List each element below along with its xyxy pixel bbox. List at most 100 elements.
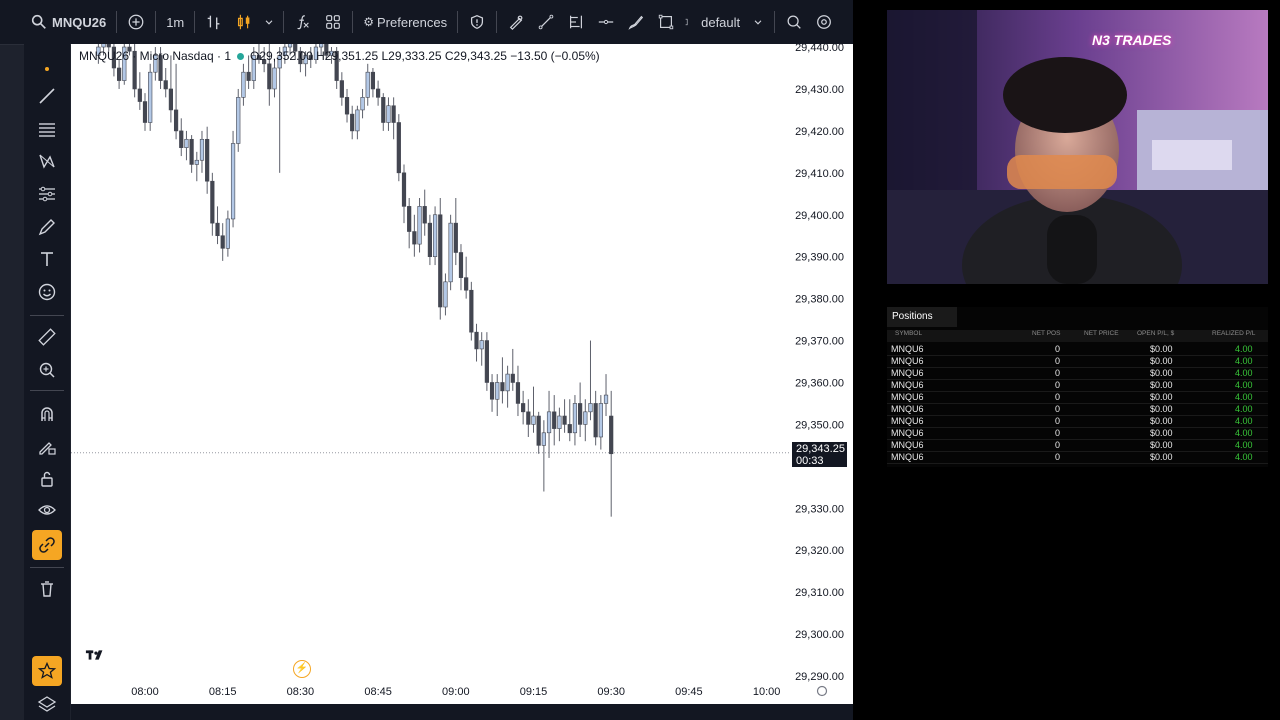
indicators-button[interactable] [288,7,318,37]
position-realized-pl: 4.00 [1235,380,1253,390]
time-axis[interactable]: 08:00 08:15 08:30 08:45 09:00 09:15 09:30 09:45… [131,685,828,698]
measure-tool[interactable] [32,322,62,352]
function-icon [297,15,310,30]
divider [30,390,64,391]
position-realized-pl: 4.00 [1235,452,1253,462]
candle-body [148,71,153,123]
candle-body [495,382,500,400]
hide-drawings-tool[interactable] [32,495,62,525]
candle-body [458,252,464,278]
candle-body [319,44,324,48]
fib-tool[interactable] [561,7,591,37]
zoom-button[interactable] [779,7,809,37]
candle-body [360,97,365,111]
candle-body [541,432,546,446]
settings-button[interactable] [809,7,839,37]
divider [116,11,118,33]
candle-body [417,206,422,245]
chart-type-dropdown[interactable] [259,7,279,37]
col-net-pos: NET POS [1032,330,1061,337]
favorites-tool[interactable] [32,656,62,686]
axis-settings-icon[interactable] [816,685,828,697]
candle-body [453,222,458,253]
price-tick-label: 29,350.00 [795,419,844,431]
magnet-tool[interactable] [32,399,62,429]
candle-body [515,382,521,404]
alert-button[interactable] [462,7,492,37]
templates-button[interactable] [318,7,348,37]
candles-style-button[interactable] [229,7,259,37]
position-symbol: MNQU6 [891,380,924,390]
price-tick-label: 29,310.00 [795,587,844,599]
text-tool[interactable] [32,244,62,274]
candle-body [225,218,230,249]
sliders-icon [39,186,55,202]
candle-body [163,80,168,90]
candle-body [355,109,360,132]
time-tick-label: 10:00 [753,686,781,698]
price-tick-label: 29,400.00 [795,210,844,222]
tab-positions[interactable]: Positions [887,307,957,327]
forecast-tool[interactable] [32,179,62,209]
divider [352,11,354,33]
zoom-in-tool[interactable] [32,355,62,385]
lock-drawings-tool[interactable] [32,464,62,494]
position-row[interactable]: MNQU6 0 $0.00 4.00 [887,451,1268,464]
fib-icon [570,15,583,29]
position-realized-pl: 4.00 [1235,440,1253,450]
position-net-pos: 0 [1055,356,1061,366]
trade-button[interactable] [501,7,531,37]
horizontal-line-tool[interactable] [591,7,621,37]
candle-body [484,340,489,383]
brush-tool[interactable] [621,7,651,37]
candle-body [287,44,293,48]
price-tick-label: 29,300.00 [795,629,844,641]
remove-drawings-tool[interactable] [32,574,62,604]
stay-in-drawing-mode-tool[interactable] [32,432,62,462]
position-realized-pl: 4.00 [1235,416,1253,426]
position-symbol: MNQU6 [891,452,924,462]
object-tree-tool[interactable] [32,689,62,719]
candle-body [220,235,225,249]
candle-body [370,71,376,90]
price-tick-label: 29,290.00 [795,671,844,683]
divider [496,11,498,33]
chart-pane[interactable]: 29,440.00 29,430.00 29,420.00 29,410.00 29,4… [71,44,853,704]
emoji-tool[interactable] [32,277,62,307]
layout-dropdown[interactable]: default [695,7,770,37]
candle-body [521,403,526,413]
trend-line-tool-left[interactable] [32,81,62,111]
trend-line-tool[interactable] [531,7,561,37]
price-chart[interactable]: 29,440.00 29,430.00 29,420.00 29,410.00 29,4… [71,44,853,704]
sync-drawings-tool[interactable] [32,530,62,560]
position-open-pl: $0.00 [1150,416,1173,426]
preferences-button[interactable]: ⚙ Preferences [357,7,453,37]
candle-body [272,67,277,90]
price-tick-label: 29,380.00 [795,294,844,306]
bars-style-button[interactable] [199,7,229,37]
interval-button[interactable]: 1m [160,7,190,37]
trend-line-icon [538,14,554,30]
candle-body [578,403,583,425]
candle-body [142,101,148,123]
grid-icon [326,15,341,29]
candles [96,44,614,517]
candle-body [567,424,572,434]
price-axis[interactable]: 29,440.00 29,430.00 29,420.00 29,410.00 29,4… [795,44,844,683]
compare-button[interactable] [121,7,151,37]
symbol-search[interactable]: MNQU26 [24,7,112,37]
cursor-tool[interactable] [32,50,62,80]
lightning-icon[interactable]: ⚡ [293,660,311,678]
price-tick-label: 29,440.00 [795,44,844,54]
position-open-pl: $0.00 [1150,452,1173,462]
gann-fib-tool[interactable] [32,114,62,144]
pattern-tool[interactable] [32,146,62,176]
candle-body [432,214,438,257]
tradingview-logo[interactable] [85,648,107,662]
rectangle-tool[interactable] [651,7,681,37]
plus-circle-icon [128,14,144,30]
candle-body [267,63,272,90]
bottom-toolbar [71,704,853,720]
brush-tool-left[interactable] [32,212,62,242]
col-realized-pl: REALIZED P/L [1212,330,1256,337]
